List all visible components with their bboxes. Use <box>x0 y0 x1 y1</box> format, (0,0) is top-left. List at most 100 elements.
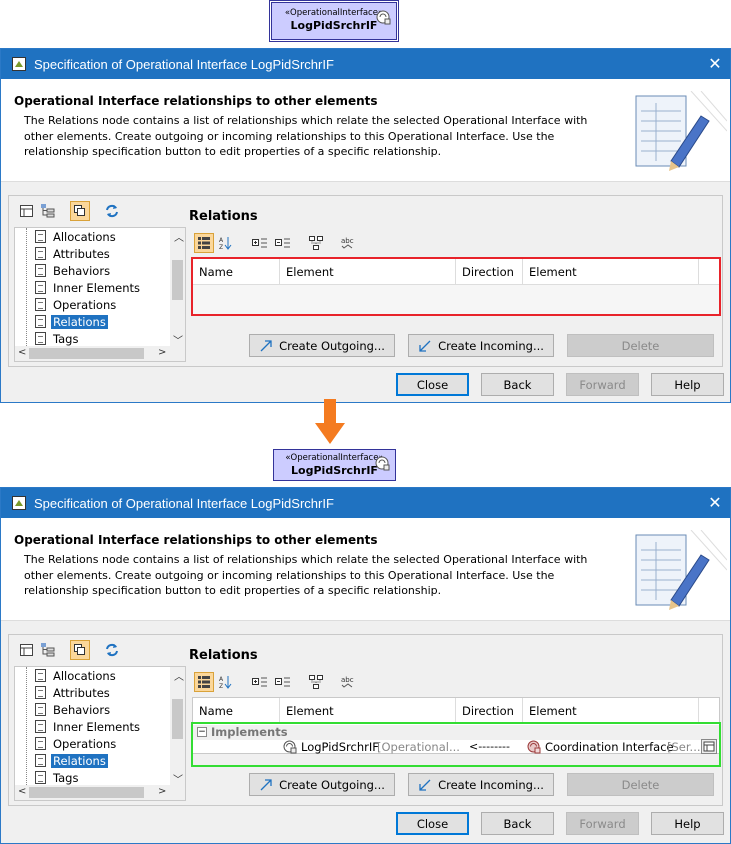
interface-icon <box>376 10 391 25</box>
tree-item-attributes[interactable]: Attributes <box>15 684 112 701</box>
specification-tree[interactable]: Allocations Attributes Behaviors Inner E… <box>14 666 186 801</box>
delete-button[interactable]: Delete <box>567 334 714 357</box>
refresh-icon[interactable] <box>102 640 122 660</box>
svg-text:Z: Z <box>219 244 223 250</box>
document-icon <box>35 720 46 733</box>
tree-item-allocations[interactable]: Allocations <box>15 228 118 245</box>
highlight-empty-table <box>191 257 721 316</box>
svg-text:Z: Z <box>219 683 223 689</box>
close-icon[interactable]: ✕ <box>700 54 730 74</box>
document-icon <box>35 754 46 767</box>
specification-tree[interactable]: Allocations Attributes Behaviors Inner E… <box>14 227 186 362</box>
app-icon <box>12 496 26 510</box>
tree-item-tags[interactable]: Tags <box>15 330 80 347</box>
svg-text:abc: abc <box>341 237 354 245</box>
tree-item-inner-elements[interactable]: Inner Elements <box>15 718 142 735</box>
incoming-arrow-icon <box>419 340 431 352</box>
tree-item-tags[interactable]: Tags <box>15 769 80 786</box>
tree-horizontal-scrollbar[interactable]: < > <box>15 346 185 361</box>
help-button[interactable]: Help <box>651 812 724 835</box>
tree-vertical-scrollbar[interactable]: ︿ ﹀ <box>170 228 185 347</box>
specification-dialog-after: Specification of Operational Interface L… <box>0 487 731 844</box>
document-icon <box>35 771 46 784</box>
forward-button[interactable]: Forward <box>566 373 639 396</box>
relations-panel: Allocations Attributes Behaviors Inner E… <box>8 634 723 806</box>
tree-item-behaviors[interactable]: Behaviors <box>15 701 112 718</box>
expand-all-icon[interactable] <box>250 233 270 253</box>
document-icon <box>35 247 46 260</box>
collapse-all-icon[interactable] <box>273 233 293 253</box>
column-header-element[interactable]: Element <box>280 698 456 724</box>
outgoing-arrow-icon <box>260 339 272 351</box>
tree-item-relations[interactable]: Relations <box>15 752 108 769</box>
header-description: The Relations node contains a list of re… <box>24 114 588 158</box>
operational-interface-node-bottom[interactable]: «OperationalInterface» LogPidSrchrIF <box>273 449 396 481</box>
forward-button[interactable]: Forward <box>566 812 639 835</box>
relations-panel: Allocations Attributes Behaviors Inner E… <box>8 195 723 367</box>
spelling-check-icon[interactable]: abc <box>338 672 358 692</box>
help-button[interactable]: Help <box>651 373 724 396</box>
down-arrow-icon <box>315 399 345 444</box>
tree-view-icon[interactable] <box>38 201 58 221</box>
back-button[interactable]: Back <box>481 812 554 835</box>
dialog-header: Operational Interface relationships to o… <box>1 518 730 621</box>
column-header-element-2[interactable]: Element <box>523 698 699 724</box>
document-icon <box>35 281 46 294</box>
operational-interface-node-top[interactable]: «OperationalInterface» LogPidSrchrIF <box>269 0 399 42</box>
create-incoming-button[interactable]: Create Incoming... <box>408 773 554 796</box>
document-icon <box>35 686 46 699</box>
document-icon <box>35 315 46 328</box>
tree-horizontal-scrollbar[interactable]: < > <box>15 785 185 800</box>
document-icon <box>35 737 46 750</box>
tree-item-relations[interactable]: Relations <box>15 313 108 330</box>
header-description: The Relations node contains a list of re… <box>24 553 588 597</box>
delete-button[interactable]: Delete <box>567 773 714 796</box>
dialog-title: Specification of Operational Interface L… <box>34 56 334 72</box>
collapse-all-icon[interactable] <box>273 672 293 692</box>
grid-view-icon[interactable] <box>16 201 36 221</box>
copy-view-icon[interactable] <box>70 201 90 221</box>
document-icon <box>35 230 46 243</box>
document-icon <box>35 298 46 311</box>
close-icon[interactable]: ✕ <box>700 493 730 513</box>
tree-item-inner-elements[interactable]: Inner Elements <box>15 279 142 296</box>
column-header-direction[interactable]: Direction <box>456 698 523 724</box>
panel-title: Relations <box>189 648 258 663</box>
relation-map-icon[interactable] <box>306 233 326 253</box>
sort-az-icon[interactable]: AZ <box>216 233 236 253</box>
grid-view-icon[interactable] <box>16 640 36 660</box>
title-bar: Specification of Operational Interface L… <box>1 488 730 518</box>
close-button[interactable]: Close <box>396 373 469 396</box>
document-icon <box>35 264 46 277</box>
back-button[interactable]: Back <box>481 373 554 396</box>
copy-view-icon[interactable] <box>70 640 90 660</box>
column-header-name[interactable]: Name <box>193 698 280 724</box>
expand-all-icon[interactable] <box>250 672 270 692</box>
create-outgoing-button[interactable]: Create Outgoing... <box>249 334 395 357</box>
document-icon <box>35 332 46 345</box>
document-pencil-icon <box>635 91 727 171</box>
tree-item-operations[interactable]: Operations <box>15 296 118 313</box>
create-incoming-button[interactable]: Create Incoming... <box>408 334 554 357</box>
create-outgoing-button[interactable]: Create Outgoing... <box>249 773 395 796</box>
refresh-icon[interactable] <box>102 201 122 221</box>
close-button[interactable]: Close <box>396 812 469 835</box>
highlight-new-relationship <box>191 722 721 767</box>
sort-az-icon[interactable]: AZ <box>216 672 236 692</box>
document-icon <box>35 669 46 682</box>
tree-view-icon[interactable] <box>38 640 58 660</box>
app-icon <box>12 57 26 71</box>
tree-item-attributes[interactable]: Attributes <box>15 245 112 262</box>
tree-item-behaviors[interactable]: Behaviors <box>15 262 112 279</box>
tree-vertical-scrollbar[interactable]: ︿ ﹀ <box>170 667 185 786</box>
spelling-check-icon[interactable]: abc <box>338 233 358 253</box>
relation-map-icon[interactable] <box>306 672 326 692</box>
categorize-icon[interactable] <box>194 233 214 253</box>
document-icon <box>35 703 46 716</box>
categorize-icon[interactable] <box>194 672 214 692</box>
svg-text:abc: abc <box>341 676 354 684</box>
interface-icon <box>375 456 390 471</box>
tree-item-allocations[interactable]: Allocations <box>15 667 118 684</box>
tree-item-operations[interactable]: Operations <box>15 735 118 752</box>
dialog-header: Operational Interface relationships to o… <box>1 79 730 182</box>
